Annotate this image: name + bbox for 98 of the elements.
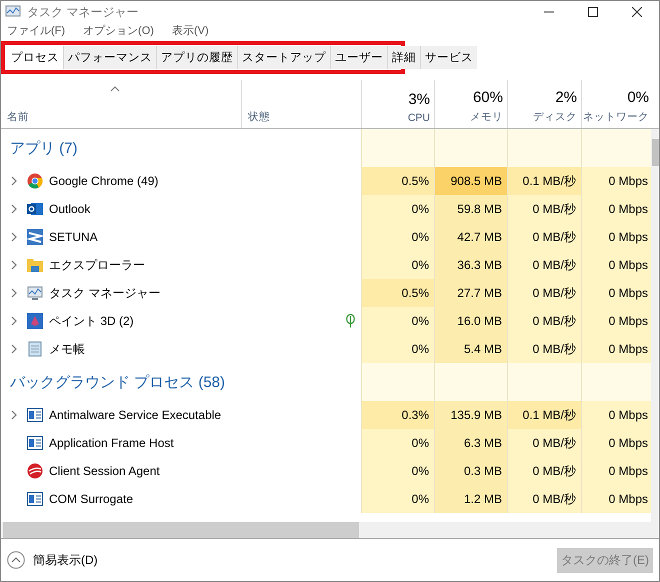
process-name: Outlook	[49, 202, 90, 216]
fewer-details-link[interactable]: 簡易表示(D)	[7, 551, 98, 569]
usage-cell: 0 MB/秒	[507, 307, 581, 335]
usage-cell: 0 Mbps	[581, 167, 651, 195]
usage-percent: 60%	[472, 89, 503, 106]
column-header[interactable]: ネットワーク	[583, 110, 649, 124]
tab[interactable]: サービス	[420, 46, 477, 69]
app-icon	[27, 229, 43, 245]
tab[interactable]: 詳細	[387, 46, 420, 69]
usage-cell: 0 Mbps	[581, 307, 651, 335]
menu-item[interactable]: 表示(V)	[172, 23, 209, 39]
group-title: バックグラウンド プロセス (58)	[9, 373, 226, 392]
usage-cell: 0%	[361, 457, 434, 485]
usage-cell: 59.8 MB	[434, 195, 507, 223]
column-header[interactable]: メモリ	[470, 110, 503, 124]
usage-cell: 0 MB/秒	[507, 195, 581, 223]
usage-cell: 0 Mbps	[581, 457, 651, 485]
usage-cell: 16.0 MB	[434, 307, 507, 335]
usage-percent: 2%	[555, 89, 577, 106]
window-icon	[27, 436, 43, 450]
usage-cell: 5.4 MB	[434, 335, 507, 363]
usage-cell: 0 MB/秒	[507, 485, 581, 513]
process-name: ペイント 3D (2)	[49, 312, 134, 330]
process-name: SETUNA	[49, 230, 98, 244]
usage-percent: 0%	[627, 89, 649, 106]
process-name: Client Session Agent	[49, 464, 160, 478]
notepad-icon	[27, 341, 43, 357]
usage-cell: 0%	[361, 223, 434, 251]
process-name: Application Frame Host	[49, 436, 174, 450]
usage-cell: 42.7 MB	[434, 223, 507, 251]
paint-3d-icon	[27, 313, 43, 329]
usage-cell: 0.3 MB	[434, 457, 507, 485]
usage-cell: 0 MB/秒	[507, 429, 581, 457]
usage-cell: 0 MB/秒	[507, 457, 581, 485]
monitor-chart-icon	[27, 285, 43, 301]
usage-cell: 0 MB/秒	[507, 335, 581, 363]
usage-cell: 135.9 MB	[434, 401, 507, 429]
window-title: タスク マネージャー	[27, 4, 140, 20]
process-name: メモ帳	[49, 340, 85, 358]
column-shading	[581, 363, 651, 401]
close-icon[interactable]	[632, 7, 642, 17]
usage-cell: 0 Mbps	[581, 223, 651, 251]
menu-item[interactable]: ファイル(F)	[7, 23, 66, 39]
group-title: アプリ (7)	[9, 139, 78, 158]
usage-cell: 0.3%	[361, 401, 434, 429]
usage-cell: 0.1 MB/秒	[507, 167, 581, 195]
usage-cell: 908.5 MB	[434, 167, 507, 195]
usage-cell: 0%	[361, 195, 434, 223]
usage-cell: 0 Mbps	[581, 251, 651, 279]
window-icon	[27, 408, 43, 422]
process-name: COM Surrogate	[49, 492, 134, 506]
usage-cell: 0 MB/秒	[507, 251, 581, 279]
usage-cell: 0.5%	[361, 279, 434, 307]
process-name: タスク マネージャー	[49, 284, 160, 302]
usage-cell: 0%	[361, 251, 434, 279]
usage-cell: 0%	[361, 335, 434, 363]
collapse-circle-icon[interactable]	[7, 551, 25, 569]
usage-cell: 0.1 MB/秒	[507, 401, 581, 429]
usage-cell: 0 Mbps	[581, 401, 651, 429]
tab[interactable]: スタートアップ	[237, 46, 330, 69]
vertical-scrollbar[interactable]	[651, 129, 659, 522]
process-name: エクスプローラー	[49, 256, 145, 274]
usage-cell: 6.3 MB	[434, 429, 507, 457]
tab[interactable]: アプリの履歴	[156, 46, 237, 69]
ball-icon	[27, 463, 43, 479]
window-icon	[27, 492, 43, 506]
usage-cell: 0 Mbps	[581, 195, 651, 223]
usage-cell: 0%	[361, 429, 434, 457]
column-header[interactable]: 名前	[7, 110, 29, 124]
column-header[interactable]: 状態	[248, 110, 270, 124]
tab[interactable]: ユーザー	[330, 46, 387, 69]
usage-cell: 0%	[361, 307, 434, 335]
monitor-chart-icon	[5, 5, 21, 19]
column-shading	[581, 129, 651, 167]
tab[interactable]: パフォーマンス	[63, 46, 156, 69]
usage-cell: 0%	[361, 485, 434, 513]
outlook-icon	[27, 201, 43, 217]
process-name: Antimalware Service Executable	[49, 408, 222, 422]
usage-cell: 0 Mbps	[581, 429, 651, 457]
folder-icon	[27, 257, 43, 273]
process-name: Google Chrome (49)	[49, 174, 158, 188]
usage-cell: 0 Mbps	[581, 279, 651, 307]
column-header[interactable]: ディスク	[533, 110, 577, 124]
column-header[interactable]: CPU	[408, 112, 430, 124]
chrome-icon	[27, 173, 43, 189]
usage-cell: 0 MB/秒	[507, 223, 581, 251]
usage-cell: 0.5%	[361, 167, 434, 195]
sort-caret-icon[interactable]	[110, 86, 120, 92]
menu-item[interactable]: オプション(O)	[83, 23, 154, 39]
usage-percent: 3%	[408, 91, 430, 108]
horizontal-scrollbar[interactable]	[1, 522, 659, 538]
usage-cell: 0 Mbps	[581, 485, 651, 513]
usage-cell: 27.7 MB	[434, 279, 507, 307]
maximize-icon[interactable]	[588, 7, 598, 17]
usage-cell: 1.2 MB	[434, 485, 507, 513]
usage-cell: 36.3 MB	[434, 251, 507, 279]
usage-cell: 0 Mbps	[581, 335, 651, 363]
usage-cell: 0 MB/秒	[507, 279, 581, 307]
